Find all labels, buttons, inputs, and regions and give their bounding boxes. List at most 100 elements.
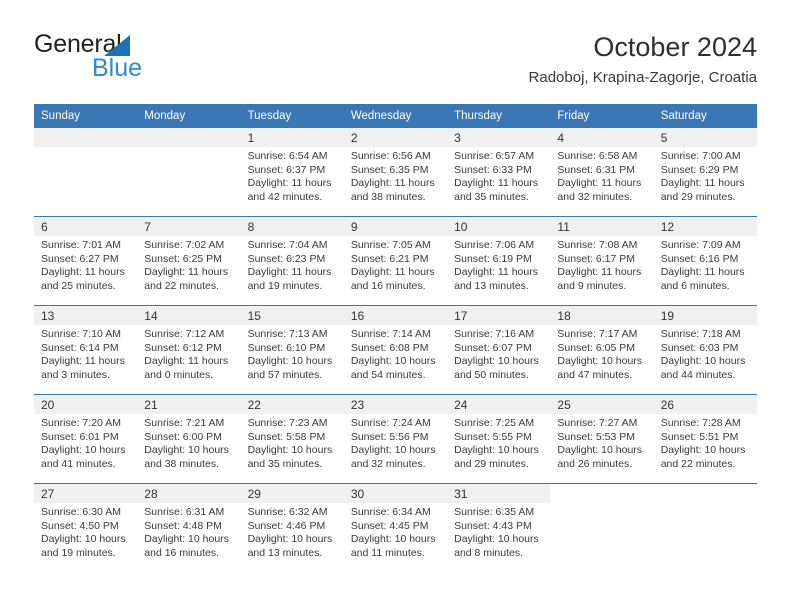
daylight-text: Daylight: 10 hours and 13 minutes. (247, 533, 333, 559)
day-number-band: 31 (447, 484, 551, 503)
daylight-text: Daylight: 11 hours and 32 minutes. (557, 177, 642, 203)
sunset-text: Sunset: 6:17 PM (557, 252, 636, 265)
calendar-day-cell[interactable]: 6 Sunrise: 7:01 AM Sunset: 6:27 PM Daylight… (34, 216, 138, 306)
day-number-band: 11 (550, 217, 654, 236)
sunrise-text: Sunrise: 6:56 AM (350, 150, 431, 162)
day-number-band: 22 (240, 395, 344, 414)
calendar-day-cell[interactable]: 10 Sunrise: 7:06 AM Sunset: 6:19 PM Dayligh… (447, 216, 551, 306)
sunset-text: Sunset: 6:23 PM (247, 252, 326, 265)
calendar-day-cell[interactable]: 9 Sunrise: 7:05 AM Sunset: 6:21 PM Daylight… (343, 216, 448, 306)
day-number-band: 5 (653, 128, 757, 147)
calendar-day-cell[interactable]: 2 Sunrise: 6:56 AM Sunset: 6:35 PM Daylight… (343, 128, 448, 217)
daylight-text: Daylight: 10 hours and 29 minutes. (454, 444, 539, 470)
calendar-day-cell[interactable]: 27 Sunrise: 6:30 AM Sunset: 4:50 PM Dayligh… (34, 483, 138, 572)
day-cell-inner: 20 Sunrise: 7:20 AM Sunset: 6:01 PM Dayligh… (34, 395, 138, 483)
calendar-day-cell[interactable]: 13 Sunrise: 7:10 AM Sunset: 6:14 PM Dayligh… (34, 305, 138, 395)
calendar-day-cell[interactable]: 26 Sunrise: 7:28 AM Sunset: 5:51 PM Dayligh… (653, 394, 757, 484)
sunset-text: Sunset: 6:10 PM (247, 341, 326, 354)
sunrise-text: Sunrise: 7:08 AM (557, 239, 638, 251)
day-number: 11 (557, 220, 570, 234)
day-cell-inner: 8 Sunrise: 7:04 AM Sunset: 6:23 PM Daylight… (240, 217, 344, 305)
logo-text-blue: Blue (92, 54, 143, 82)
day-number-band (34, 128, 138, 147)
calendar-day-cell[interactable]: 25 Sunrise: 7:27 AM Sunset: 5:53 PM Dayligh… (550, 394, 654, 484)
day-number: 8 (247, 220, 255, 234)
day-sun-info: Sunrise: 7:14 AM Sunset: 6:08 PM Daylight:… (344, 325, 447, 382)
calendar-week-row: 27 Sunrise: 6:30 AM Sunset: 4:50 PM Dayligh… (34, 483, 757, 572)
day-number-band: 29 (240, 484, 344, 503)
calendar-day-cell[interactable]: 23 Sunrise: 7:24 AM Sunset: 5:56 PM Dayligh… (343, 394, 448, 484)
calendar-day-cell[interactable]: 24 Sunrise: 7:25 AM Sunset: 5:55 PM Dayligh… (447, 394, 551, 484)
calendar-day-cell[interactable]: 19 Sunrise: 7:18 AM Sunset: 6:03 PM Dayligh… (653, 305, 757, 395)
calendar-day-cell[interactable]: 8 Sunrise: 7:04 AM Sunset: 6:23 PM Daylight… (240, 216, 344, 306)
calendar-empty-cell (34, 128, 138, 217)
sunset-text: Sunset: 4:45 PM (350, 519, 429, 532)
calendar-week-row: 6 Sunrise: 7:01 AM Sunset: 6:27 PM Daylight… (34, 216, 757, 306)
day-number-band: 9 (343, 217, 448, 236)
calendar-day-cell[interactable]: 3 Sunrise: 6:57 AM Sunset: 6:33 PM Daylight… (447, 128, 551, 217)
sunset-text: Sunset: 6:00 PM (144, 430, 222, 443)
calendar-day-cell[interactable]: 7 Sunrise: 7:02 AM Sunset: 6:25 PM Daylight… (137, 216, 241, 306)
daylight-text: Daylight: 10 hours and 11 minutes. (350, 533, 436, 559)
calendar-day-cell[interactable]: 16 Sunrise: 7:14 AM Sunset: 6:08 PM Dayligh… (343, 305, 448, 395)
sunrise-text: Sunrise: 7:05 AM (350, 239, 431, 251)
calendar-day-cell[interactable]: 17 Sunrise: 7:16 AM Sunset: 6:07 PM Dayligh… (447, 305, 551, 395)
day-number: 27 (41, 487, 55, 501)
day-sun-info: Sunrise: 6:30 AM Sunset: 4:50 PM Daylight:… (34, 503, 137, 560)
calendar-day-cell[interactable]: 18 Sunrise: 7:17 AM Sunset: 6:05 PM Dayligh… (550, 305, 654, 395)
daylight-text: Daylight: 10 hours and 47 minutes. (557, 355, 643, 381)
calendar-day-cell[interactable]: 28 Sunrise: 6:31 AM Sunset: 4:48 PM Dayligh… (137, 483, 241, 572)
sunrise-text: Sunrise: 7:27 AM (557, 417, 638, 429)
sunset-text: Sunset: 5:51 PM (660, 430, 739, 443)
sunset-text: Sunset: 6:14 PM (41, 341, 119, 354)
calendar-day-cell[interactable]: 11 Sunrise: 7:08 AM Sunset: 6:17 PM Dayligh… (550, 216, 654, 306)
calendar-day-cell[interactable]: 30 Sunrise: 6:34 AM Sunset: 4:45 PM Dayligh… (343, 483, 448, 572)
daylight-text: Daylight: 10 hours and 41 minutes. (41, 444, 126, 470)
day-sun-info: Sunrise: 6:58 AM Sunset: 6:31 PM Daylight:… (550, 147, 653, 204)
day-sun-info: Sunrise: 7:04 AM Sunset: 6:23 PM Daylight:… (241, 236, 344, 293)
day-cell-inner: 12 Sunrise: 7:09 AM Sunset: 6:16 PM Dayligh… (653, 217, 757, 305)
day-sun-info: Sunrise: 7:06 AM Sunset: 6:19 PM Daylight:… (447, 236, 550, 293)
calendar-day-cell[interactable]: 5 Sunrise: 7:00 AM Sunset: 6:29 PM Daylight… (653, 128, 757, 217)
day-cell-inner: 27 Sunrise: 6:30 AM Sunset: 4:50 PM Dayligh… (34, 484, 138, 572)
calendar-header-row: Sunday Monday Tuesday Wednesday Thursday… (34, 104, 757, 128)
daylight-text: Daylight: 10 hours and 19 minutes. (41, 533, 126, 559)
day-number-band: 28 (137, 484, 241, 503)
daylight-text: Daylight: 11 hours and 29 minutes. (660, 177, 745, 203)
day-sun-info: Sunrise: 7:10 AM Sunset: 6:14 PM Daylight:… (34, 325, 137, 382)
calendar-day-cell[interactable]: 31 Sunrise: 6:35 AM Sunset: 4:43 PM Dayligh… (447, 483, 551, 572)
day-sun-info: Sunrise: 7:23 AM Sunset: 5:58 PM Daylight:… (241, 414, 344, 471)
calendar-day-cell[interactable]: 20 Sunrise: 7:20 AM Sunset: 6:01 PM Dayligh… (34, 394, 138, 484)
calendar-day-cell[interactable]: 12 Sunrise: 7:09 AM Sunset: 6:16 PM Dayligh… (653, 216, 757, 306)
daylight-text: Daylight: 10 hours and 54 minutes. (350, 355, 436, 381)
calendar-day-cell[interactable]: 14 Sunrise: 7:12 AM Sunset: 6:12 PM Dayligh… (137, 305, 241, 395)
day-cell-inner: 10 Sunrise: 7:06 AM Sunset: 6:19 PM Dayligh… (447, 217, 551, 305)
sunset-text: Sunset: 4:48 PM (144, 519, 222, 532)
calendar-day-cell[interactable]: 15 Sunrise: 7:13 AM Sunset: 6:10 PM Dayligh… (240, 305, 344, 395)
sunrise-text: Sunrise: 7:24 AM (350, 417, 431, 429)
day-cell-inner (550, 484, 654, 572)
day-sun-info: Sunrise: 7:13 AM Sunset: 6:10 PM Daylight:… (241, 325, 344, 382)
sunset-text: Sunset: 5:55 PM (454, 430, 532, 443)
day-cell-inner: 28 Sunrise: 6:31 AM Sunset: 4:48 PM Dayligh… (137, 484, 241, 572)
sunrise-text: Sunrise: 7:02 AM (144, 239, 225, 251)
sunset-text: Sunset: 6:12 PM (144, 341, 222, 354)
day-number-band: 19 (653, 306, 757, 325)
day-sun-info: Sunrise: 7:02 AM Sunset: 6:25 PM Daylight:… (137, 236, 240, 293)
calendar-day-cell[interactable]: 22 Sunrise: 7:23 AM Sunset: 5:58 PM Dayligh… (240, 394, 344, 484)
sunrise-text: Sunrise: 6:57 AM (454, 150, 535, 162)
day-number: 5 (660, 131, 668, 145)
calendar-day-cell[interactable]: 29 Sunrise: 6:32 AM Sunset: 4:46 PM Dayligh… (240, 483, 344, 572)
sunset-text: Sunset: 6:25 PM (144, 252, 222, 265)
calendar-day-cell[interactable]: 1 Sunrise: 6:54 AM Sunset: 6:37 PM Daylight… (240, 128, 344, 217)
day-cell-inner: 6 Sunrise: 7:01 AM Sunset: 6:27 PM Daylight… (34, 217, 138, 305)
daylight-text: Daylight: 10 hours and 8 minutes. (454, 533, 539, 559)
day-number: 17 (454, 309, 468, 323)
sunrise-text: Sunrise: 6:34 AM (350, 506, 431, 518)
calendar-day-cell[interactable]: 21 Sunrise: 7:21 AM Sunset: 6:00 PM Dayligh… (137, 394, 241, 484)
calendar-day-cell[interactable]: 4 Sunrise: 6:58 AM Sunset: 6:31 PM Daylight… (550, 128, 654, 217)
day-number-band: 2 (343, 128, 448, 147)
day-sun-info: Sunrise: 7:08 AM Sunset: 6:17 PM Daylight:… (550, 236, 653, 293)
day-number: 14 (144, 309, 158, 323)
sunrise-text: Sunrise: 7:18 AM (660, 328, 741, 340)
